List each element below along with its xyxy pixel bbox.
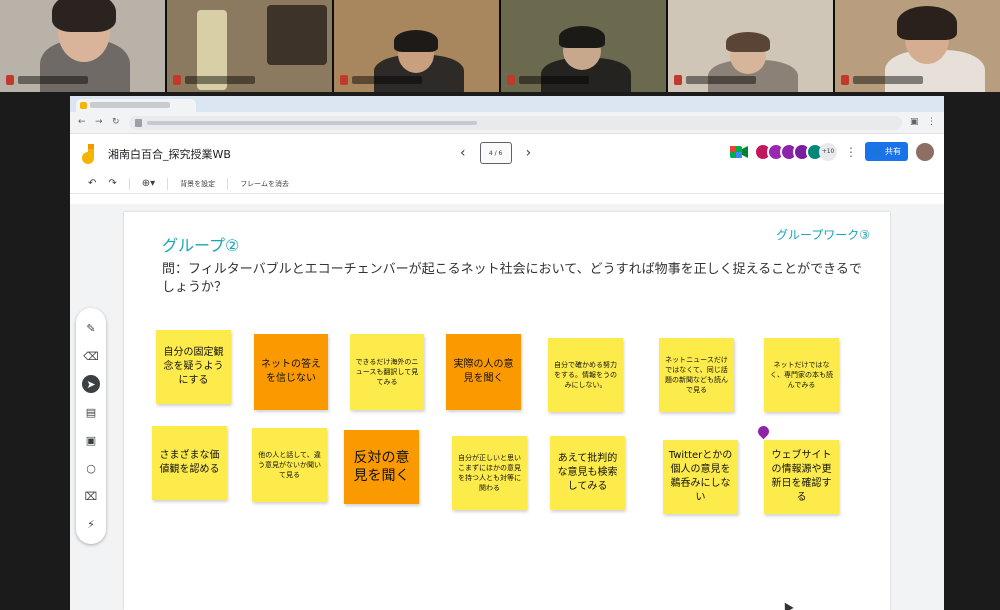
participant-tile[interactable] [835,0,1000,92]
group-title: グループ② [162,236,240,255]
pen-icon[interactable]: ✎ [82,319,100,337]
laser-icon[interactable]: ⚡ [82,515,100,533]
frame-bar-button[interactable]: 4 / 6 [479,142,512,164]
document-title[interactable]: 湘南白百合_探究授業WB [108,146,231,162]
eraser-icon[interactable]: ⌫ [82,347,100,365]
forward-icon[interactable]: → [95,118,104,127]
set-background-button[interactable]: 背景を設定 [180,179,215,189]
lock-icon [135,118,142,127]
image-icon[interactable]: ▣ [82,431,100,449]
reload-icon[interactable]: ↻ [112,118,121,127]
sticky-note[interactable]: さまざまな価値観を認める [152,426,227,500]
sticky-note[interactable]: 反対の意見を聞く [344,430,419,504]
select-icon[interactable]: ➤ [82,375,100,393]
browser-window: ← → ↻ ▣ ⋮ 湘南白百合_探究授業WB ‹ 4 / 6 › +10 ⋮ 👤… [70,96,944,610]
previous-frame-button[interactable]: ‹ [460,145,466,161]
participant-tile[interactable] [334,0,499,92]
participant-strip [0,0,1000,92]
header-actions: +10 ⋮ 👤 共有 [727,142,934,161]
back-icon[interactable]: ← [78,118,87,127]
sticky-note[interactable]: Twitterとかの個人の意見を鵜呑みにしない [663,440,738,514]
browser-tab[interactable] [76,99,196,112]
collaborator-avatars[interactable]: +10 [754,142,838,161]
screen: ← → ↻ ▣ ⋮ 湘南白百合_探究授業WB ‹ 4 / 6 › +10 ⋮ 👤… [0,0,1000,610]
sticky-note[interactable]: 自分で確かめる努力をする。情報をうのみにしない。 [548,338,623,412]
next-frame-button[interactable]: › [526,145,532,161]
sticky-note[interactable]: できるだけ海外のニュースも翻訳して見てみる [350,334,424,410]
mic-off-icon [6,75,14,85]
more-collaborators-badge[interactable]: +10 [819,142,838,161]
participant-tile[interactable] [668,0,833,92]
sticky-note[interactable]: ウェブサイトの情報源や更新日を確認する [764,440,839,514]
mic-off-icon [507,75,515,85]
drawing-tools-panel: ✎ ⌫ ➤ ▤ ▣ ○ ⌧ ⚡ [76,308,106,544]
person-icon: 👤 [872,147,882,156]
mic-off-icon [674,75,682,85]
question-text: 問：フィルターバブルとエコーチェンバーが起こるネット社会において、どうすれば物事… [162,262,862,295]
sticky-note[interactable]: 自分が正しいと思いこまずにほかの意見を持つ人とも対等に関わる [452,436,527,510]
browser-tab-bar [70,96,944,112]
mic-off-icon [173,75,181,85]
undo-icon[interactable]: ↶ [88,178,96,189]
sticky-note-icon[interactable]: ▤ [82,403,100,421]
participant-tile[interactable] [501,0,666,92]
jamboard-favicon-icon [80,102,87,109]
participant-tile[interactable] [0,0,165,92]
sticky-note[interactable]: ネットニュースだけではなくて、同じ話題の新聞なども読んで見る [659,338,734,412]
collaborator-cursor-icon [755,423,772,440]
frame-navigator: ‹ 4 / 6 › [460,142,531,164]
extensions-icon[interactable]: ▣ [910,118,919,127]
mic-off-icon [841,75,849,85]
shape-icon[interactable]: ○ [82,459,100,477]
mouse-pointer-icon [780,600,794,610]
canvas-area: ✎ ⌫ ➤ ▤ ▣ ○ ⌧ ⚡ グループ② グループワーク③ 問：フィルターバブ… [70,204,944,610]
sticky-note[interactable]: 実際の人の意見を聞く [446,334,521,410]
share-button[interactable]: 👤 共有 [865,142,908,161]
mic-off-icon [340,75,348,85]
share-label: 共有 [885,147,901,156]
account-avatar[interactable] [916,142,934,161]
jamboard-toolbar: ↶ ↷ ⊕▾ 背景を設定 フレームを消去 [70,174,944,194]
participant-tile[interactable] [167,0,332,92]
jamboard-header: 湘南白百合_探究授業WB ‹ 4 / 6 › +10 ⋮ 👤 共有 [70,134,944,174]
zoom-icon[interactable]: ⊕▾ [142,178,155,189]
clear-frame-button[interactable]: フレームを消去 [240,179,289,189]
whiteboard-frame[interactable]: グループ② グループワーク③ 問：フィルターバブルとエコーチェンバーが起こるネッ… [124,212,890,610]
more-options-icon[interactable]: ⋮ [845,145,857,159]
meet-icon[interactable] [727,143,751,161]
menu-icon[interactable]: ⋮ [927,118,936,127]
sticky-note[interactable]: 自分の固定観念を疑うようにする [156,330,231,404]
redo-icon[interactable]: ↷ [108,178,116,189]
text-box-icon[interactable]: ⌧ [82,487,100,505]
sticky-note[interactable]: あえて批判的な意見も検索してみる [550,436,625,510]
url-input[interactable] [129,115,902,130]
jamboard-logo-icon[interactable] [80,143,100,165]
work-label: グループワーク③ [775,228,870,242]
sticky-note[interactable]: ネットの答えを信じない [254,334,328,410]
sticky-note[interactable]: ネットだけではなく、専門家の本も読んでみる [764,338,839,412]
address-bar-row: ← → ↻ ▣ ⋮ [70,112,944,134]
sticky-note[interactable]: 他の人と話して、違う意見がないか聞いて見る [252,428,327,502]
